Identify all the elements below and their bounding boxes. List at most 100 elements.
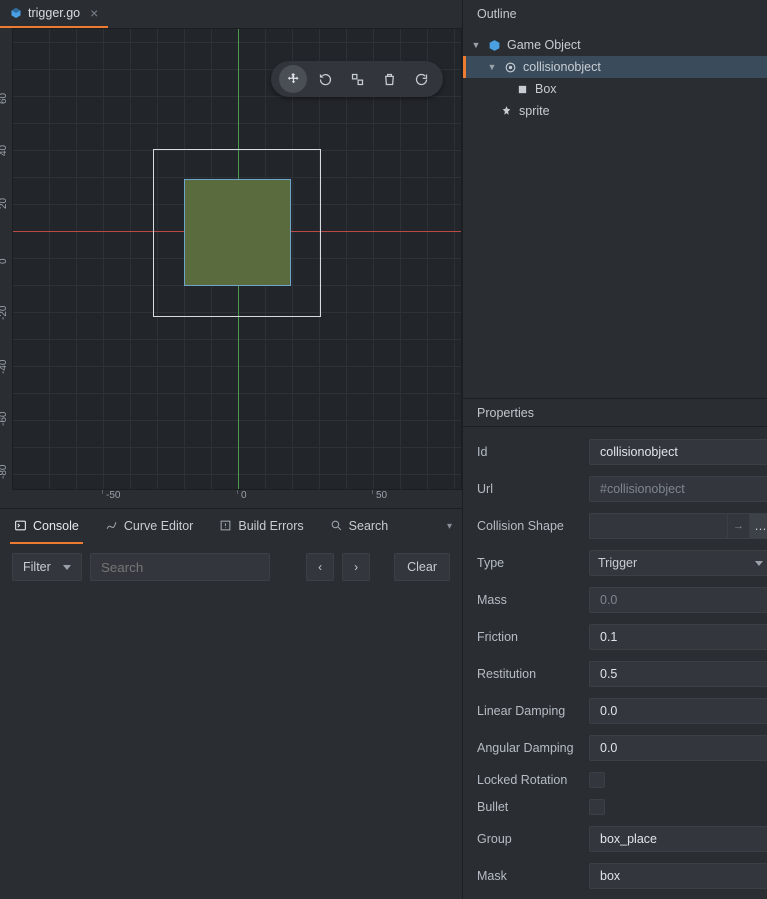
x-tick: 50 — [376, 490, 387, 501]
y-tick: 0 — [0, 258, 9, 264]
file-tab[interactable]: trigger.go × — [0, 0, 108, 28]
browse-icon[interactable]: … — [750, 513, 767, 539]
prop-label-id: Id — [477, 445, 589, 459]
rotate-tool-icon[interactable] — [311, 65, 339, 93]
prop-label-linear-damping: Linear Damping — [477, 704, 589, 718]
tree-label: Game Object — [507, 38, 581, 52]
y-tick: -60 — [0, 412, 9, 426]
close-icon[interactable]: × — [90, 6, 98, 20]
prop-label-shape: Collision Shape — [477, 519, 589, 533]
console-prev-button[interactable]: ‹ — [306, 553, 334, 581]
properties-panel: Id Url Collision Shape → … Type Trigger — [463, 426, 767, 899]
console-next-button[interactable]: › — [342, 553, 370, 581]
y-tick: -80 — [0, 465, 9, 479]
prop-input-group[interactable] — [589, 826, 767, 852]
tree-row-collision[interactable]: ▼ collisionobject — [463, 56, 767, 78]
prop-input-linear-damping[interactable] — [589, 698, 767, 724]
chevron-down-icon[interactable]: ▼ — [471, 40, 481, 50]
trash-icon[interactable] — [375, 65, 403, 93]
collision-icon — [503, 60, 517, 74]
prop-checkbox-bullet[interactable] — [589, 799, 605, 815]
y-tick: 20 — [0, 198, 9, 209]
prop-label-url: Url — [477, 482, 589, 496]
x-ruler: -50 0 50 — [12, 490, 462, 506]
prop-checkbox-locked-rotation[interactable] — [589, 772, 605, 788]
properties-panel-header: Properties — [463, 398, 767, 426]
terminal-icon — [14, 519, 27, 532]
goto-icon[interactable]: → — [728, 513, 750, 539]
prop-input-shape[interactable] — [589, 513, 728, 539]
scene-viewport[interactable] — [12, 28, 462, 490]
prop-input-mass — [589, 587, 767, 613]
clear-button[interactable]: Clear — [394, 553, 450, 581]
properties-title: Properties — [477, 406, 534, 420]
cube-icon — [487, 38, 501, 52]
chevron-right-icon: › — [354, 560, 358, 574]
search-icon — [330, 519, 343, 532]
chevron-down-icon — [63, 565, 71, 570]
tree-row-sprite[interactable]: sprite — [463, 100, 767, 122]
prop-select-type-value: Trigger — [598, 556, 637, 570]
y-tick: -20 — [0, 306, 9, 320]
x-tick: 0 — [241, 490, 247, 501]
prop-label-friction: Friction — [477, 630, 589, 644]
prop-label-locked-rotation: Locked Rotation — [477, 773, 589, 787]
tab-search[interactable]: Search — [326, 509, 393, 544]
outline-title: Outline — [477, 7, 517, 21]
prop-label-mask: Mask — [477, 869, 589, 883]
tree-row-box[interactable]: Box — [463, 78, 767, 100]
chevron-left-icon: ‹ — [318, 560, 322, 574]
chevron-down-icon — [755, 561, 763, 566]
tab-curve-editor[interactable]: Curve Editor — [101, 509, 197, 544]
file-tab-title: trigger.go — [28, 6, 80, 20]
console-search-input[interactable] — [90, 553, 270, 581]
console-body — [0, 590, 462, 899]
prop-input-friction[interactable] — [589, 624, 767, 650]
prop-label-type: Type — [477, 556, 589, 570]
move-tool-icon[interactable] — [279, 65, 307, 93]
bottom-tab-bar: Console Curve Editor Build Errors Search… — [0, 508, 462, 544]
refresh-icon[interactable] — [407, 65, 435, 93]
console-toolbar: Filter ‹ › Clear — [0, 544, 462, 590]
x-tick: -50 — [106, 490, 120, 501]
collision-shape-box[interactable] — [184, 179, 291, 286]
tab-search-label: Search — [349, 519, 389, 533]
tab-console[interactable]: Console — [10, 509, 83, 544]
box-shape-icon — [515, 82, 529, 96]
prop-label-restitution: Restitution — [477, 667, 589, 681]
outline-tree: ▼ Game Object ▼ collisionobject Box spri… — [463, 28, 767, 398]
file-tab-bar: trigger.go × — [0, 0, 462, 28]
scale-tool-icon[interactable] — [343, 65, 371, 93]
prop-input-restitution[interactable] — [589, 661, 767, 687]
tab-build-errors[interactable]: Build Errors — [215, 509, 307, 544]
sprite-icon — [499, 104, 513, 118]
tab-build-label: Build Errors — [238, 519, 303, 533]
filter-dropdown[interactable]: Filter — [12, 553, 82, 581]
cube-icon — [10, 7, 22, 19]
prop-label-group: Group — [477, 832, 589, 846]
clear-label: Clear — [407, 560, 437, 574]
curve-icon — [105, 519, 118, 532]
y-ruler: 60 40 20 0 -20 -40 -60 -80 — [0, 56, 12, 518]
tab-overflow-icon[interactable]: ▾ — [447, 521, 452, 532]
y-tick: 60 — [0, 93, 9, 104]
tree-label: sprite — [519, 104, 550, 118]
y-tick: 40 — [0, 145, 9, 156]
prop-label-bullet: Bullet — [477, 800, 589, 814]
prop-label-mass: Mass — [477, 593, 589, 607]
warning-icon — [219, 519, 232, 532]
y-tick: -40 — [0, 360, 9, 374]
prop-label-angular-damping: Angular Damping — [477, 741, 589, 755]
prop-select-type[interactable]: Trigger — [589, 550, 767, 576]
chevron-down-icon[interactable]: ▼ — [487, 62, 497, 72]
prop-input-url — [589, 476, 767, 502]
prop-input-id[interactable] — [589, 439, 767, 465]
tree-label: collisionobject — [523, 60, 601, 74]
tab-curve-label: Curve Editor — [124, 519, 193, 533]
filter-label: Filter — [23, 560, 51, 574]
prop-input-mask[interactable] — [589, 863, 767, 889]
tree-row-root[interactable]: ▼ Game Object — [463, 34, 767, 56]
prop-input-angular-damping[interactable] — [589, 735, 767, 761]
tab-console-label: Console — [33, 519, 79, 533]
viewport-toolbar — [271, 61, 443, 97]
